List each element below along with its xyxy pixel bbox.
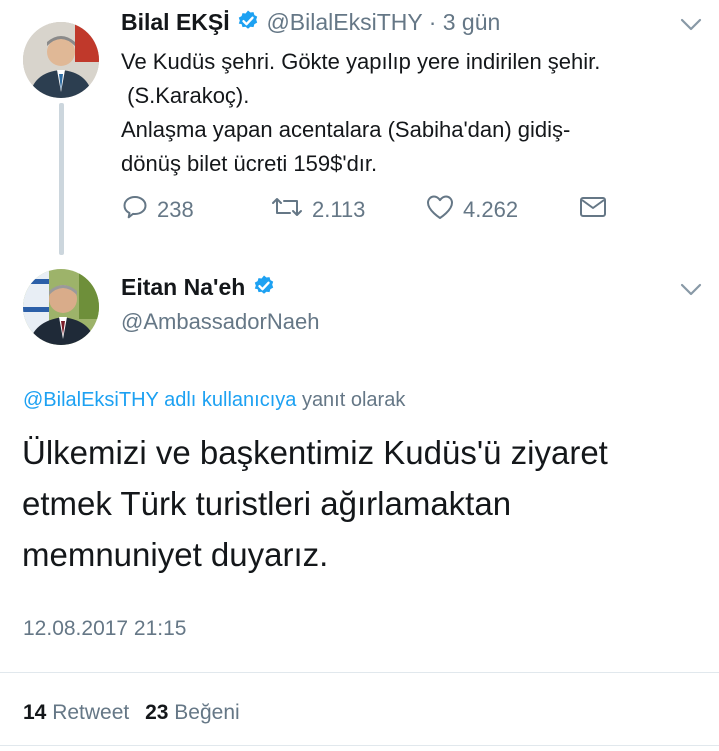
retweet-stat[interactable]: 14 Retweet [23,701,135,724]
reply-count: 238 [157,197,194,222]
tweet2-line: memnuniyet duyarız. [22,536,329,573]
reply-button[interactable]: 238 [121,193,194,227]
reply-to-link[interactable]: @BilalEksiTHY adlı kullanıcıya [23,389,296,411]
retweet-icon [270,193,312,227]
tweet2-author-name-row: Eitan Na'eh [121,274,276,304]
envelope-icon [578,193,616,227]
tweet2-line: Ülkemizi ve başkentimiz Kudüs'ü ziyaret [22,434,608,471]
tweet1-line: (S.Karakoç). [121,83,250,108]
stats-divider [0,672,719,673]
avatar-bilal-eksi-image [23,22,99,98]
retweet-button[interactable]: 2.113 [270,193,365,227]
reply-icon [121,193,157,227]
avatar-bilal-eksi[interactable] [23,22,99,98]
reply-context: @BilalEksiTHY adlı kullanıcıya yanıt ola… [23,389,405,412]
tweet1-author-name[interactable]: Bilal EKŞİ [121,9,230,35]
chevron-down-icon[interactable] [680,18,702,37]
tweet1-line: Ve Kudüs şehri. Gökte yapılıp yere indir… [121,49,601,74]
tweet2-author-name[interactable]: Eitan Na'eh [121,274,245,300]
retweet-count: 2.113 [312,197,366,222]
like-stat[interactable]: 23 Beğeni [145,701,240,724]
retweet-stat-label: Retweet [52,701,130,724]
tweet1-header: Bilal EKŞİ @BilalEksiTHY · 3 gün [121,9,500,39]
tweet1-author-handle[interactable]: @BilalEksiTHY [266,9,422,35]
like-stat-count: 23 [145,701,169,724]
heart-icon [425,193,463,227]
tweet1-time: · 3 gün [428,9,501,36]
tweet1-body: Ve Kudüs şehri. Gökte yapılıp yere indir… [121,45,600,181]
tweet1-line: dönüş bilet ücreti 159$'dır. [121,151,378,176]
like-button[interactable]: 4.262 [425,193,518,227]
reply-to-suffix: yanıt olarak [301,389,406,411]
chevron-down-icon[interactable] [680,283,702,302]
thread-connector-line [59,103,64,255]
avatar-eitan-naeh-image [23,269,99,345]
verified-badge-icon [252,274,276,304]
tweet1-line: Anlaşma yapan acentalara (Sabiha'dan) gi… [121,117,571,142]
direct-message-button[interactable] [578,193,616,227]
avatar-eitan-naeh[interactable] [23,269,99,345]
engagement-stats: 14 Retweet 23 Beğeni [23,701,240,725]
like-count: 4.262 [463,197,519,222]
tweet2-body: Ülkemizi ve başkentimiz Kudüs'ü ziyaret … [22,427,608,580]
verified-badge-icon [236,9,260,39]
tweet2-author-handle[interactable]: @AmbassadorNaeh [121,309,319,335]
bottom-divider [0,745,719,746]
tweet2-line: etmek Türk turistleri ağırlamaktan [22,485,512,522]
tweet2-timestamp[interactable]: 12.08.2017 21:15 [23,617,187,641]
like-stat-label: Beğeni [174,701,240,724]
retweet-stat-count: 14 [23,701,47,724]
